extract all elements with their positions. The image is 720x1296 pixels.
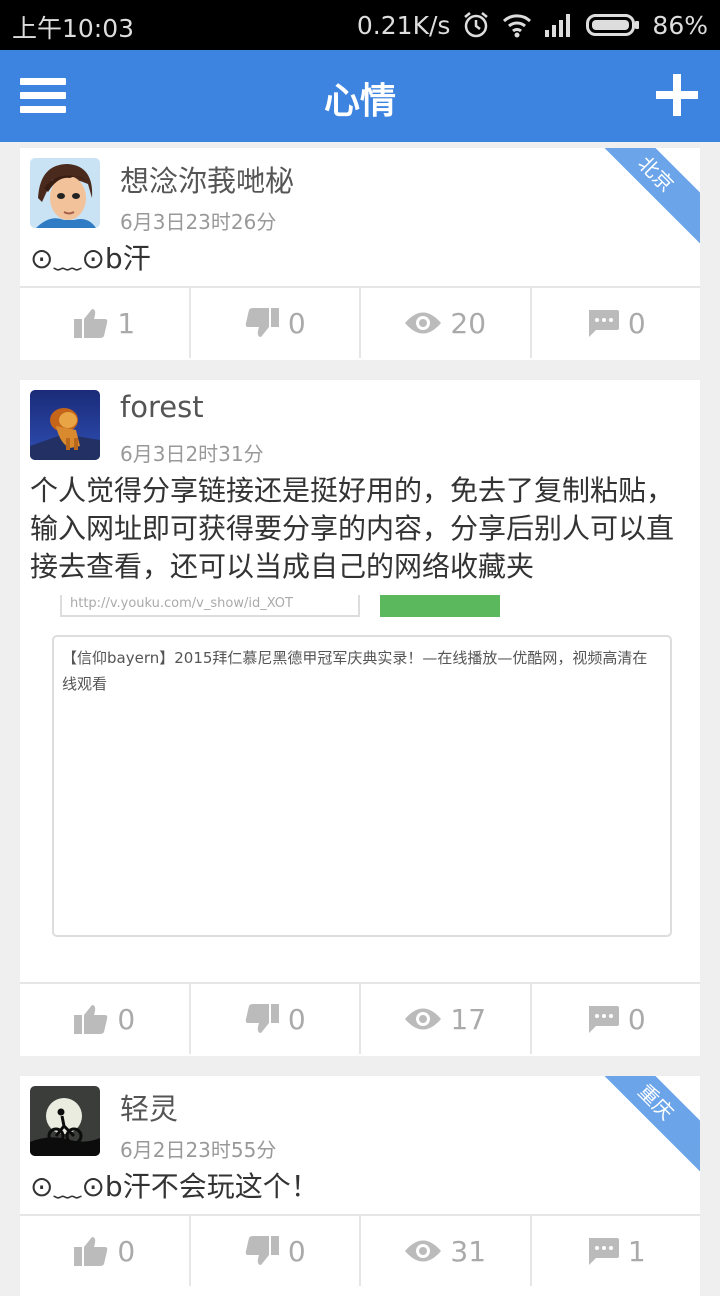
avatar[interactable] [30,158,100,228]
post-time: 6月2日23时55分 [120,1138,277,1162]
thumbs-up-icon [73,1235,109,1267]
comment-count: 1 [627,1234,646,1268]
thumbs-up-icon [73,1003,109,1035]
like-button[interactable]: 1 [20,288,191,358]
dislike-count: 0 [287,1002,306,1036]
thumbs-down-icon [244,1003,280,1035]
post-card[interactable]: 想淰沵莪哋柲 6月3日23时26分 北京 ⊙﹏⊙b汗 1 0 20 0 [20,148,700,360]
views-button[interactable]: 31 [361,1216,532,1286]
eye-icon [404,1006,442,1032]
status-time: 上午10:03 [12,14,135,43]
comment-button[interactable]: 0 [532,984,701,1054]
comment-count: 0 [627,306,646,340]
post-card[interactable]: forest 6月3日2时31分 个人觉得分享链接还是挺好用的，免去了复制粘贴，… [20,380,700,1056]
views-button[interactable]: 17 [361,984,532,1054]
signal-icon [544,12,574,38]
status-bar: 上午10:03 0.21K/s 86% [0,0,720,50]
thumbs-down-icon [244,1235,280,1267]
thumbs-up-icon [73,307,109,339]
like-count: 1 [117,306,136,340]
view-count: 20 [450,306,487,340]
view-count: 31 [450,1234,487,1268]
like-button[interactable]: 0 [20,1216,191,1286]
battery-level: 86% [652,10,708,40]
eye-icon [404,310,442,336]
page-title: 心情 [323,81,396,122]
post-image[interactable]: http://v.youku.com/v_show/id_XOT 【信仰baye… [50,595,672,945]
comment-icon [586,308,620,338]
dislike-count: 0 [287,1234,306,1268]
username[interactable]: 轻灵 [120,1086,178,1128]
battery-icon [586,12,640,38]
view-count: 17 [450,1002,487,1036]
like-button[interactable]: 0 [20,984,191,1054]
alarm-icon [462,11,490,39]
like-count: 0 [117,1234,136,1268]
comment-button[interactable]: 1 [532,1216,701,1286]
location-badge: 北京 [586,148,700,244]
dislike-button[interactable]: 0 [191,1216,361,1286]
post-actions: 0 0 17 0 [20,982,700,1054]
comment-icon [586,1236,620,1266]
post-card[interactable]: 轻灵 6月2日23时55分 重庆 ⊙﹏⊙b汗不会玩这个！ 0 0 31 1 [20,1076,700,1296]
image-url-field: http://v.youku.com/v_show/id_XOT [60,595,360,617]
views-button[interactable]: 20 [361,288,532,358]
post-content: ⊙﹏⊙b汗不会玩这个！ [30,1170,319,1203]
avatar[interactable] [30,1086,100,1156]
dislike-button[interactable]: 0 [191,288,361,358]
post-content: 个人觉得分享链接还是挺好用的，免去了复制粘贴，输入网址即可获得要分享的内容，分享… [30,474,675,583]
post-actions: 0 0 31 1 [20,1214,700,1286]
username[interactable]: 想淰沵莪哋柲 [120,158,294,200]
comment-icon [586,1004,620,1034]
status-right: 0.21K/s 86% [357,9,708,41]
app-bar: 心情 [0,50,720,142]
location-badge: 重庆 [586,1076,700,1172]
comment-button[interactable]: 0 [532,288,701,358]
image-text-box: 【信仰bayern】2015拜仁慕尼黑德甲冠军庆典实录！—在线播放—优酷网，视频… [52,635,672,937]
post-content: ⊙﹏⊙b汗 [30,242,151,275]
add-icon[interactable] [656,74,698,116]
thumbs-down-icon [244,307,280,339]
post-time: 6月3日2时31分 [120,442,264,466]
eye-icon [404,1238,442,1264]
post-actions: 1 0 20 0 [20,286,700,358]
dislike-count: 0 [287,306,306,340]
net-speed: 0.21K/s [356,10,451,40]
image-green-button [380,595,500,617]
avatar[interactable] [30,390,100,460]
comment-count: 0 [627,1002,646,1036]
like-count: 0 [117,1002,136,1036]
username[interactable]: forest [120,390,204,424]
dislike-button[interactable]: 0 [191,984,361,1054]
wifi-icon [502,12,532,38]
post-time: 6月3日23时26分 [120,210,277,234]
